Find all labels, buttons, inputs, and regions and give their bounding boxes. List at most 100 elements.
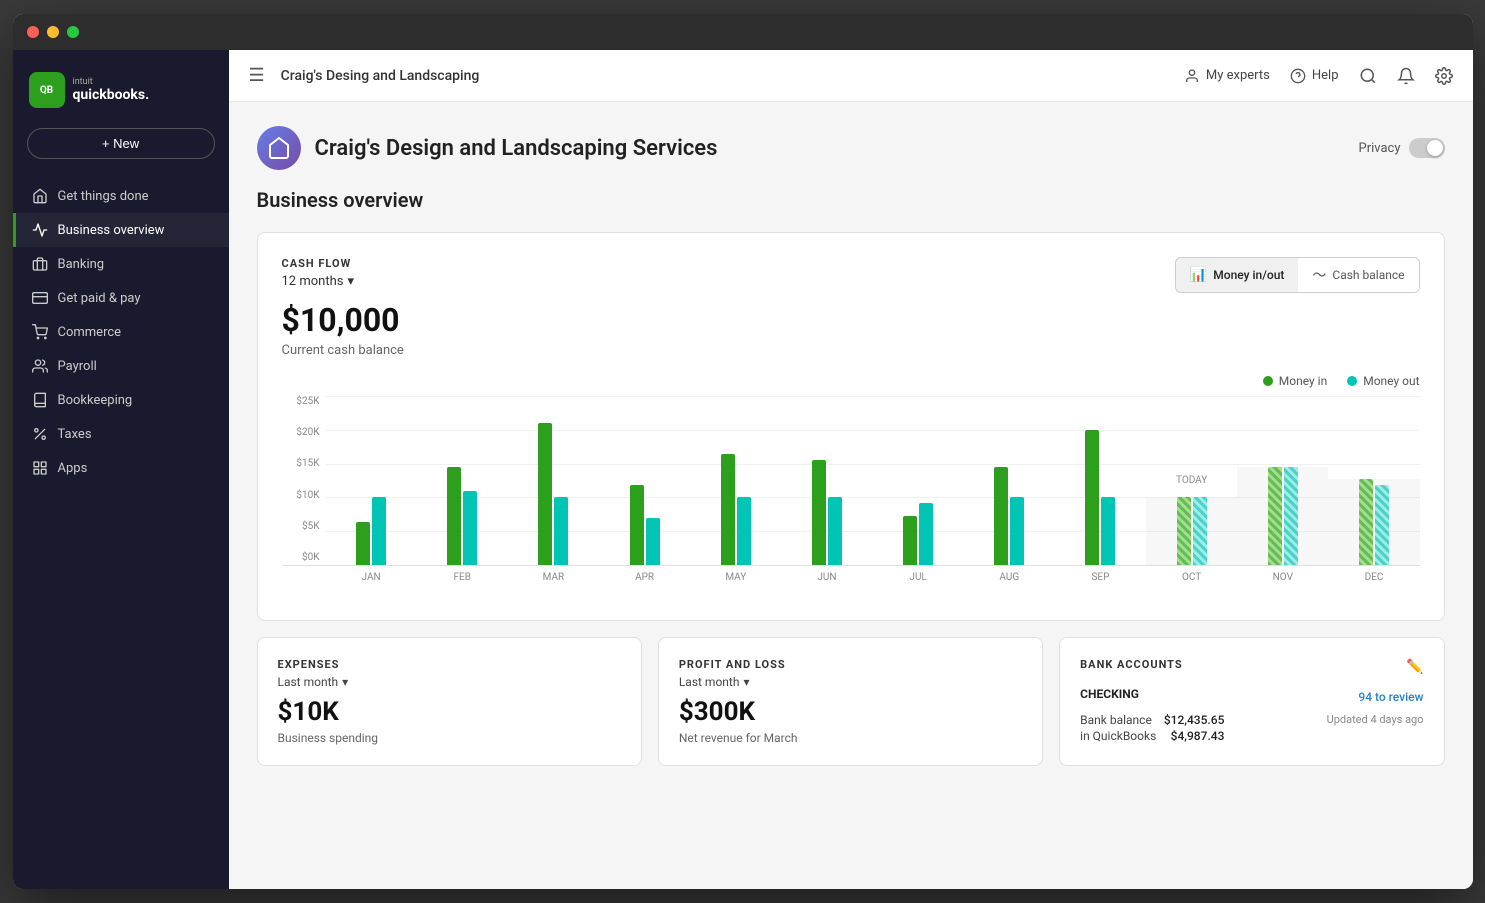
sidebar-item-commerce[interactable]: Commerce — [13, 315, 229, 349]
gridline-20k — [326, 430, 1420, 431]
month-label-oct: OCT — [1146, 572, 1237, 583]
y-label-25k: $25K — [282, 396, 326, 407]
sidebar: intuit quickbooks. + New Get things done… — [13, 50, 229, 889]
bar-group-mar — [508, 423, 599, 565]
percent-icon — [32, 426, 48, 442]
expenses-sub: Business spending — [278, 731, 621, 745]
cash-flow-title: CASH FLOW — [282, 257, 354, 270]
profit-loss-period-chevron: ▾ — [743, 675, 749, 689]
chart-tabs: 📊 Money in/out 〜 Cash balance — [1175, 257, 1420, 293]
month-label-feb: FEB — [417, 572, 508, 583]
bar-in-may — [721, 454, 735, 565]
sidebar-item-payroll[interactable]: Payroll — [13, 349, 229, 383]
cash-flow-header: CASH FLOW 12 months ▾ 📊 Money in/out — [282, 257, 1420, 297]
qb-label: in QuickBooks — [1080, 729, 1156, 743]
settings-button[interactable] — [1435, 67, 1453, 85]
bank-balance-row: Bank balance $12,435.65 — [1080, 713, 1224, 727]
bar-in-nov — [1268, 467, 1282, 565]
bar-in-jan — [356, 522, 370, 565]
bank-balance-label: Bank balance — [1080, 713, 1152, 727]
bar-group-aug — [964, 467, 1055, 565]
search-button[interactable] — [1359, 67, 1377, 85]
sidebar-item-label: Get things done — [58, 189, 149, 204]
main-window: intuit quickbooks. + New Get things done… — [13, 14, 1473, 889]
chart-icon — [32, 222, 48, 238]
intuit-label: intuit — [73, 78, 150, 87]
expenses-period[interactable]: Last month ▾ — [278, 675, 621, 689]
sidebar-item-apps[interactable]: Apps — [13, 451, 229, 485]
month-label-jun: JUN — [781, 572, 872, 583]
gridline-25k — [326, 396, 1420, 397]
help-button[interactable]: Help — [1290, 68, 1339, 84]
bar-out-aug — [1010, 497, 1024, 565]
new-button-label: + New — [102, 136, 139, 151]
money-inout-tab[interactable]: 📊 Money in/out — [1176, 258, 1299, 292]
bar-group-sep — [1055, 430, 1146, 565]
shopping-icon — [32, 324, 48, 340]
sidebar-item-label: Apps — [58, 461, 88, 476]
bar-in-aug — [994, 467, 1008, 565]
review-link[interactable]: 94 to review — [1358, 690, 1423, 704]
company-name: Craig's Desing and Landscaping — [281, 68, 480, 84]
bar-in-feb — [447, 467, 461, 565]
bank-card-header: BANK ACCOUNTS ✏️ — [1080, 658, 1423, 675]
sidebar-item-banking[interactable]: Banking — [13, 247, 229, 281]
profit-loss-amount: $300K — [679, 697, 1022, 727]
month-label-jan: JAN — [326, 572, 417, 583]
help-label: Help — [1312, 68, 1339, 83]
sidebar-item-label: Business overview — [58, 223, 165, 238]
y-label-15k: $15K — [282, 458, 326, 469]
page-title: Business overview — [257, 188, 1445, 212]
chart-bars: $25K $20K $15K $10K $5K $0K — [282, 396, 1420, 566]
qb-amount: $4,987.43 — [1171, 729, 1225, 743]
y-label-0k: $0K — [282, 552, 326, 563]
month-label-aug: AUG — [964, 572, 1055, 583]
sidebar-item-get-things-done[interactable]: Get things done — [13, 179, 229, 213]
bar-group-oct: TODAY — [1146, 497, 1237, 565]
bar-out-dec — [1375, 485, 1389, 565]
bottom-cards: EXPENSES Last month ▾ $10K Business spen… — [257, 637, 1445, 766]
month-label-sep: SEP — [1055, 572, 1146, 583]
home-icon — [32, 188, 48, 204]
new-button[interactable]: + New — [27, 128, 215, 159]
bar-out-jun — [828, 497, 842, 565]
money-out-label: Money out — [1363, 374, 1419, 388]
quickbooks-logo-icon — [29, 72, 65, 108]
sidebar-item-business-overview[interactable]: Business overview — [13, 213, 229, 247]
my-experts-button[interactable]: My experts — [1184, 68, 1270, 84]
money-out-dot — [1347, 376, 1357, 386]
bank-balances: Bank balance $12,435.65 in QuickBooks $4… — [1080, 713, 1224, 745]
privacy-toggle[interactable]: Privacy — [1359, 138, 1445, 158]
sidebar-item-label: Get paid & pay — [58, 291, 141, 306]
y-axis: $25K $20K $15K $10K $5K $0K — [282, 396, 326, 565]
bank-accounts-title: BANK ACCOUNTS — [1080, 658, 1183, 671]
sidebar-item-bookkeeping[interactable]: Bookkeeping — [13, 383, 229, 417]
minimize-dot[interactable] — [47, 26, 59, 38]
expenses-amount: $10K — [278, 697, 621, 727]
maximize-dot[interactable] — [67, 26, 79, 38]
close-dot[interactable] — [27, 26, 39, 38]
edit-icon[interactable]: ✏️ — [1406, 659, 1423, 675]
profit-loss-title: PROFIT AND LOSS — [679, 658, 1022, 671]
quickbooks-label: quickbooks. — [73, 87, 150, 103]
business-name: Craig's Design and Landscaping Services — [315, 136, 718, 161]
line-chart-icon: 〜 — [1312, 265, 1326, 285]
chart-legend: Money in Money out — [282, 374, 1420, 388]
profit-loss-card: PROFIT AND LOSS Last month ▾ $300K Net r… — [658, 637, 1043, 766]
privacy-switch[interactable] — [1409, 138, 1445, 158]
hamburger-icon[interactable]: ☰ — [249, 65, 265, 86]
notifications-button[interactable] — [1397, 67, 1415, 85]
sidebar-item-label: Payroll — [58, 359, 97, 374]
privacy-label: Privacy — [1359, 141, 1401, 156]
cash-balance-tab[interactable]: 〜 Cash balance — [1298, 258, 1418, 292]
bar-group-jun — [781, 460, 872, 565]
chart-month-labels: JANFEBMARAPRMAYJUNJULAUGSEPOCTNOVDEC — [282, 572, 1420, 583]
expert-icon — [1184, 68, 1200, 84]
expenses-period-label: Last month — [278, 675, 339, 689]
legend-money-in: Money in — [1263, 374, 1327, 388]
sidebar-item-get-paid-pay[interactable]: Get paid & pay — [13, 281, 229, 315]
period-selector[interactable]: 12 months ▾ — [282, 274, 354, 289]
expenses-card: EXPENSES Last month ▾ $10K Business spen… — [257, 637, 642, 766]
profit-loss-period[interactable]: Last month ▾ — [679, 675, 1022, 689]
sidebar-item-taxes[interactable]: Taxes — [13, 417, 229, 451]
